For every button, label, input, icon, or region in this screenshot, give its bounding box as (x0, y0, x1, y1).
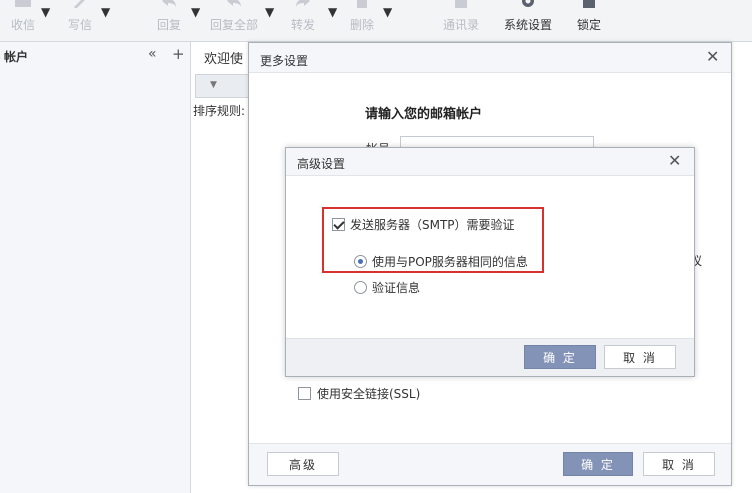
reply-dropdown-icon[interactable]: ▼ (191, 5, 200, 19)
lock-button[interactable]: 锁定 (574, 0, 604, 40)
system-settings-button[interactable]: 系统设置 (502, 0, 554, 40)
main-toolbar: 收信 ▼ 写信 ▼ 回复 ▼ 回复全部 ▼ 转发 ▼ 删除 ▼ 通讯录 系统设置… (0, 0, 752, 42)
forward-button[interactable]: 转发 (286, 0, 320, 40)
receive-dropdown-icon[interactable]: ▼ (41, 5, 50, 19)
delete-dropdown-icon[interactable]: ▼ (383, 5, 392, 19)
compose-dropdown-icon[interactable]: ▼ (101, 5, 110, 19)
add-account-icon[interactable]: + (172, 45, 185, 63)
smtp-auth-label: 发送服务器（SMTP）需要验证 (350, 218, 515, 232)
collapse-sidebar-icon[interactable]: « (148, 46, 157, 62)
forward-dropdown-icon[interactable]: ▼ (328, 5, 337, 19)
compose-button[interactable]: 写信 (62, 0, 98, 40)
advanced-button[interactable]: 高级 (267, 452, 339, 476)
trash-icon (357, 0, 367, 8)
contacts-button[interactable]: 通讯录 (440, 0, 482, 40)
verify-info-label: 验证信息 (372, 281, 421, 295)
sort-rule-label: 排序规则: (193, 104, 246, 118)
receive-button[interactable]: 收信 (6, 0, 40, 40)
advanced-settings-dialog: 高级设置 ✕ 发送服务器（SMTP）需要验证 使用与POP服务器相同的信息 验证… (285, 147, 695, 377)
dialog-footer: 确 定 取 消 (286, 338, 694, 376)
account-sidebar: 帐户 « + (0, 42, 191, 493)
reply-all-icon (227, 0, 241, 7)
same-as-pop-option[interactable]: 使用与POP服务器相同的信息 (354, 253, 528, 270)
verify-info-option[interactable]: 验证信息 (354, 279, 420, 296)
close-icon[interactable]: ✕ (668, 153, 681, 169)
chevron-down-icon: ▼ (210, 80, 217, 90)
dialog-subtitle: 请输入您的邮箱帐户 (365, 107, 483, 122)
reply-button[interactable]: 回复 (151, 0, 187, 40)
contacts-icon (455, 0, 467, 8)
dialog-footer: 高级 确 定 取 消 (249, 443, 731, 485)
close-icon[interactable]: ✕ (706, 49, 719, 65)
cancel-button[interactable]: 取 消 (643, 452, 715, 476)
ssl-option[interactable]: 使用安全链接(SSL) (298, 385, 420, 402)
smtp-auth-option[interactable]: 发送服务器（SMTP）需要验证 (332, 216, 515, 233)
dialog-header: 更多设置 ✕ (249, 43, 731, 73)
filter-dropdown[interactable]: ▼ (195, 74, 255, 98)
cancel-button[interactable]: 取 消 (604, 345, 676, 369)
reply-all-button[interactable]: 回复全部 (206, 0, 262, 40)
ok-button[interactable]: 确 定 (563, 452, 633, 476)
sidebar-title: 帐户 (4, 50, 29, 64)
gear-icon (522, 0, 534, 7)
reply-all-dropdown-icon[interactable]: ▼ (265, 5, 274, 19)
ssl-label: 使用安全链接(SSL) (317, 387, 421, 401)
reply-icon (162, 0, 176, 7)
dialog-title: 高级设置 (297, 157, 346, 171)
verify-info-radio[interactable] (354, 281, 367, 294)
dialog-title: 更多设置 (260, 54, 309, 68)
smtp-auth-checkbox[interactable] (332, 218, 345, 231)
inbox-icon (15, 0, 31, 7)
same-as-pop-radio[interactable] (354, 255, 367, 268)
forward-icon (296, 0, 310, 7)
lock-icon (583, 0, 595, 8)
tab-welcome[interactable]: 欢迎使 (204, 48, 243, 67)
pencil-icon (74, 0, 85, 8)
dialog-header: 高级设置 ✕ (286, 148, 694, 176)
ok-button[interactable]: 确 定 (524, 345, 596, 369)
delete-button[interactable]: 删除 (346, 0, 378, 40)
ssl-checkbox[interactable] (298, 387, 311, 400)
same-as-pop-label: 使用与POP服务器相同的信息 (372, 255, 528, 269)
